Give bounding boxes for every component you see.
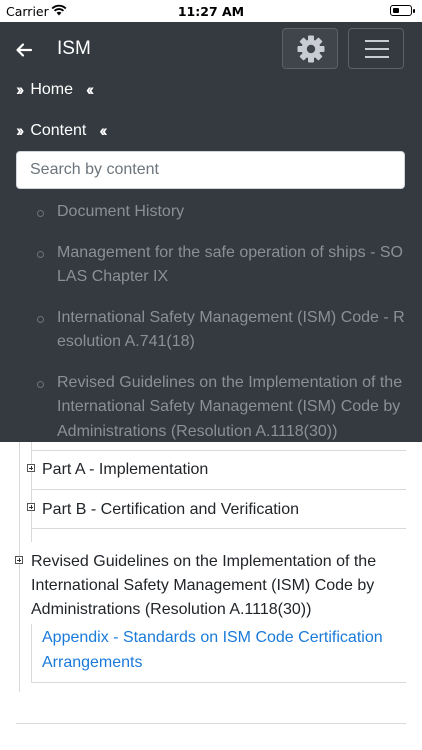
- tree-guide-line: [31, 442, 32, 542]
- toc-item[interactable]: Revised Guidelines on the Implementation…: [37, 371, 407, 443]
- search-input[interactable]: [16, 151, 405, 189]
- nav-content[interactable]: ›› Content ‹‹: [16, 119, 108, 143]
- bullet-icon: [37, 315, 44, 323]
- expand-icon[interactable]: [27, 503, 35, 511]
- bullet-icon: [37, 380, 44, 388]
- section-divider: [16, 723, 406, 724]
- page-title: ISM: [57, 38, 91, 59]
- tree-guide-line: [19, 442, 20, 692]
- menu-button[interactable]: [348, 28, 404, 69]
- expand-icon[interactable]: [15, 556, 23, 564]
- tree-divider: [31, 450, 406, 451]
- expand-icon[interactable]: [27, 464, 35, 472]
- chevron-double-right-icon: ››: [16, 80, 25, 99]
- settings-button[interactable]: [282, 28, 338, 69]
- status-bar: Carrier 11:27 AM: [0, 0, 422, 22]
- nav-home-label: Home: [30, 81, 74, 98]
- chevron-double-right-icon: ››: [16, 121, 25, 140]
- tree-item-part-a[interactable]: Part A - Implementation: [42, 458, 208, 482]
- navigation-overlay: ISM ›› Home ‹‹ ›› Content ‹‹ Search by c…: [0, 22, 422, 442]
- toc-item[interactable]: Document History: [37, 200, 407, 225]
- toc-item[interactable]: International Safety Management (ISM) Co…: [37, 306, 407, 355]
- bullet-icon: [37, 250, 44, 258]
- tree-divider: [31, 489, 406, 490]
- tree-divider: [31, 682, 406, 683]
- status-time: 11:27 AM: [177, 4, 245, 19]
- chevron-double-left-icon[interactable]: ‹‹: [86, 80, 95, 100]
- hamburger-icon: [365, 40, 389, 42]
- toc-list: Document History Management for the safe…: [37, 200, 407, 443]
- arrow-left-icon[interactable]: [14, 40, 34, 60]
- chevron-double-left-icon[interactable]: ‹‹: [99, 121, 108, 141]
- bullet-icon: [37, 210, 44, 217]
- nav-home[interactable]: ›› Home ‹‹: [16, 78, 95, 102]
- tree-guide-line: [31, 624, 32, 682]
- tree-divider: [31, 528, 406, 529]
- tree-item-revised-guidelines[interactable]: Revised Guidelines on the Implementation…: [31, 550, 401, 622]
- tree-item-part-b[interactable]: Part B - Certification and Verification: [42, 498, 299, 522]
- content-tree: Part A - Implementation Part B - Certifi…: [0, 442, 422, 750]
- nav-content-label: Content: [30, 122, 87, 139]
- gear-icon: [297, 35, 325, 63]
- toc-item[interactable]: Management for the safe operation of shi…: [37, 241, 407, 290]
- battery-icon: [390, 5, 415, 16]
- appendix-link[interactable]: Appendix - Standards on ISM Code Certifi…: [42, 626, 404, 675]
